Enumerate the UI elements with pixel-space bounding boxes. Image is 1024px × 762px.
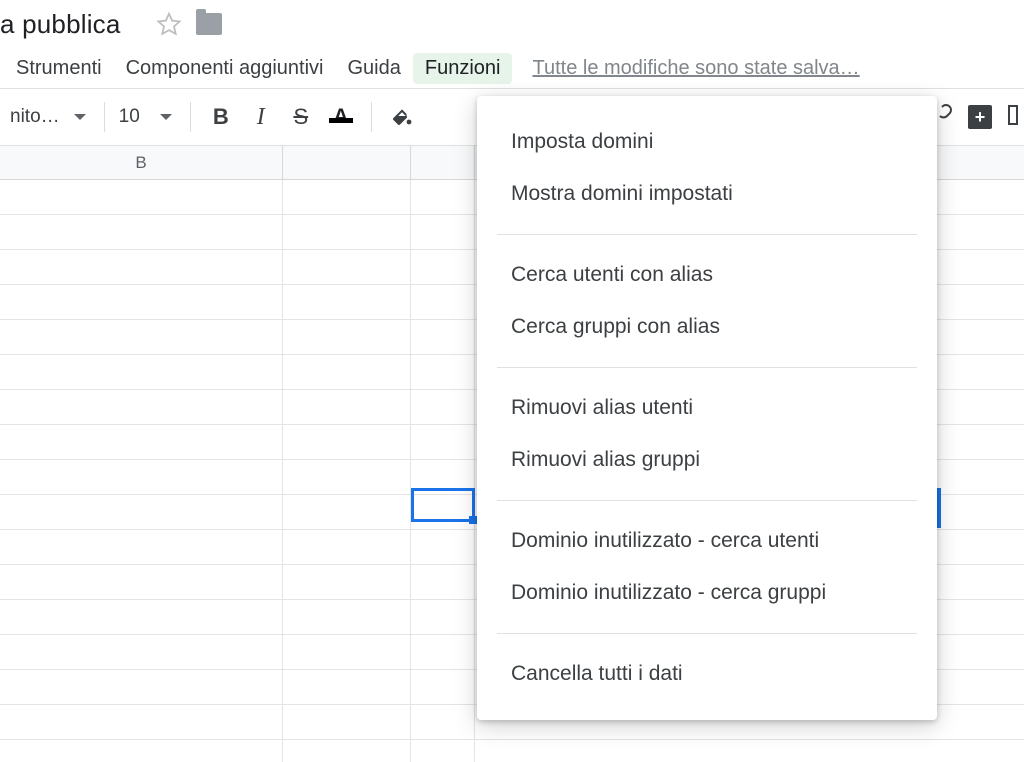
dropdown-item[interactable]: Cerca utenti con alias [477,249,937,301]
save-status[interactable]: Tutte le modifiche sono state salva… [532,57,859,80]
cell[interactable] [411,250,475,284]
column-header-b[interactable]: B [0,146,283,179]
dropdown-item[interactable]: Imposta domini [477,116,937,168]
dropdown-item[interactable]: Rimuovi alias gruppi [477,434,937,486]
cell[interactable] [0,355,283,389]
cell[interactable] [0,530,283,564]
cell[interactable] [475,740,1024,762]
fill-color-button[interactable] [382,105,422,129]
cell[interactable] [283,495,411,529]
chevron-down-icon[interactable] [74,114,86,120]
column-header-d[interactable] [411,146,475,179]
dropdown-item[interactable]: Rimuovi alias utenti [477,382,937,434]
menu-componenti-aggiuntivi[interactable]: Componenti aggiuntivi [114,53,336,84]
text-color-button[interactable]: A [321,105,361,129]
cell[interactable] [283,215,411,249]
menu-strumenti[interactable]: Strumenti [4,53,114,84]
cell[interactable] [411,635,475,669]
dropdown-separator [497,500,917,501]
cell[interactable] [0,390,283,424]
cell[interactable] [283,635,411,669]
cell[interactable] [411,460,475,494]
cell[interactable] [0,215,283,249]
column-header-c[interactable] [283,146,411,179]
cell[interactable] [283,740,411,762]
cell[interactable] [411,530,475,564]
cell[interactable] [283,285,411,319]
dropdown-item[interactable]: Cerca gruppi con alias [477,301,937,353]
cell[interactable] [0,565,283,599]
cell[interactable] [0,740,283,762]
cell[interactable] [0,180,283,214]
strikethrough-button[interactable]: S [281,104,321,130]
dropdown-item[interactable]: Mostra domini impostati [477,168,937,220]
menu-guida[interactable]: Guida [336,53,413,84]
cell[interactable] [283,600,411,634]
cell[interactable] [0,705,283,739]
cell[interactable] [411,320,475,354]
cell[interactable] [0,250,283,284]
dropdown-separator [497,633,917,634]
cell[interactable] [411,425,475,459]
cell[interactable] [283,670,411,704]
cell[interactable] [0,285,283,319]
cell[interactable] [283,460,411,494]
cell[interactable] [411,565,475,599]
cell[interactable] [283,425,411,459]
cell[interactable] [0,320,283,354]
dropdown-item[interactable]: Cancella tutti i dati [477,648,937,700]
font-size-select[interactable]: 10 [115,106,152,128]
menu-funzioni[interactable]: Funzioni [413,53,513,84]
cell[interactable] [0,460,283,494]
cell[interactable] [411,495,475,529]
add-comment-button[interactable]: + [968,105,992,129]
cell[interactable] [411,600,475,634]
cell[interactable] [283,390,411,424]
menubar: Strumenti Componenti aggiuntivi Guida Fu… [0,48,1024,88]
dropdown-item[interactable]: Dominio inutilizzato - cerca utenti [477,515,937,567]
star-icon[interactable] [156,11,182,37]
table-row[interactable] [0,740,1024,762]
cell[interactable] [411,390,475,424]
dropdown-separator [497,367,917,368]
text-color-bar [329,118,353,123]
chevron-down-icon[interactable] [160,114,172,120]
cell[interactable] [283,355,411,389]
cell[interactable] [411,180,475,214]
cell[interactable] [411,355,475,389]
italic-button[interactable]: I [241,104,281,131]
cell[interactable] [0,495,283,529]
doc-title[interactable]: a pubblica [0,9,121,40]
cell[interactable] [283,565,411,599]
cell[interactable] [283,530,411,564]
more-icon[interactable] [1006,103,1020,132]
cell[interactable] [283,705,411,739]
cell[interactable] [0,635,283,669]
cell[interactable] [283,320,411,354]
dropdown-separator [497,234,917,235]
cell[interactable] [0,670,283,704]
cell[interactable] [283,250,411,284]
cell[interactable] [0,425,283,459]
dropdown-item[interactable]: Dominio inutilizzato - cerca gruppi [477,567,937,619]
folder-icon[interactable] [196,13,222,35]
cell[interactable] [411,705,475,739]
cell[interactable] [411,740,475,762]
cell[interactable] [411,285,475,319]
font-family-select[interactable]: nito… [10,106,66,128]
cell[interactable] [411,670,475,704]
text-color-letter: A [333,105,348,128]
funzioni-dropdown: Imposta dominiMostra domini impostati Cer… [477,96,937,720]
cell[interactable] [0,600,283,634]
bold-button[interactable]: B [201,104,241,130]
cell[interactable] [283,180,411,214]
cell[interactable] [411,215,475,249]
